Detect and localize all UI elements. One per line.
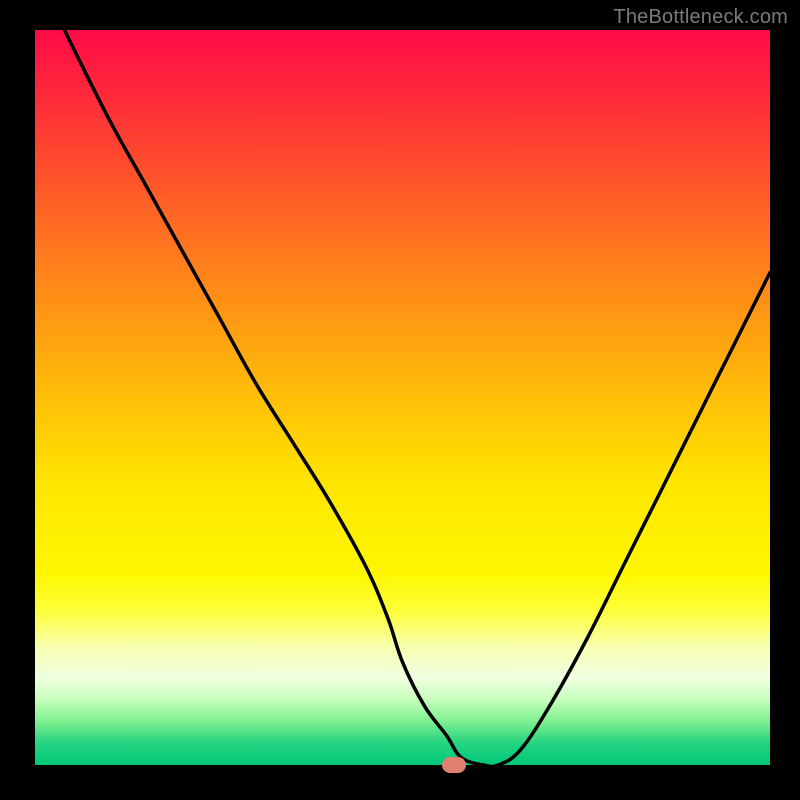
optimal-point-marker: [442, 757, 466, 773]
chart-frame: TheBottleneck.com: [0, 0, 800, 800]
watermark-text: TheBottleneck.com: [613, 6, 788, 29]
plot-background: [35, 30, 770, 765]
